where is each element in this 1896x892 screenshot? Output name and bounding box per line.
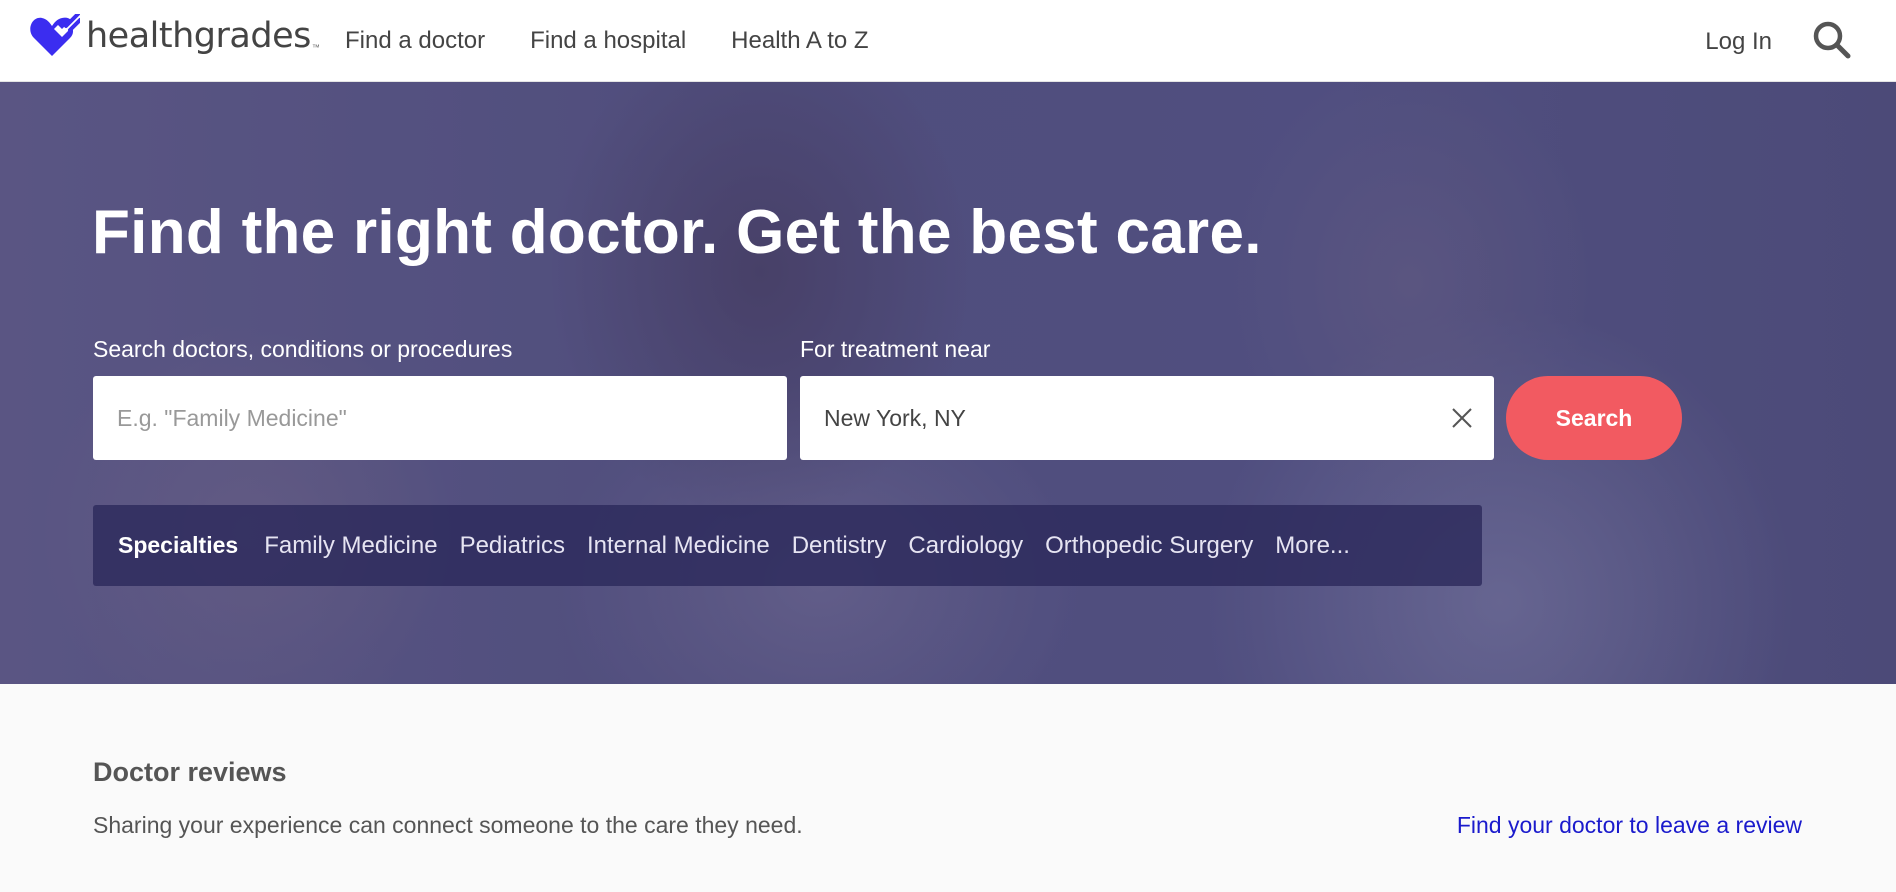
specialties-title: Specialties — [118, 532, 239, 558]
specialty-dentistry[interactable]: Dentistry — [792, 532, 887, 560]
leave-review-link[interactable]: Find your doctor to leave a review — [1457, 812, 1802, 839]
specialties-bar: Specialties Family Medicine Pediatrics I… — [93, 505, 1482, 586]
location-field-label: For treatment near — [800, 336, 991, 362]
specialty-orthopedic-surgery[interactable]: Orthopedic Surgery — [1045, 532, 1253, 560]
search-button[interactable]: Search — [1506, 376, 1682, 460]
site-header: healthgrades ™ Find a doctor Find a hosp… — [0, 0, 1896, 82]
search-icon[interactable] — [1810, 18, 1854, 62]
search-input[interactable] — [93, 376, 787, 460]
specialty-pediatrics[interactable]: Pediatrics — [460, 532, 565, 560]
specialty-cardiology[interactable]: Cardiology — [908, 532, 1023, 560]
reviews-subtitle: Sharing your experience can connect some… — [93, 812, 803, 838]
reviews-heading: Doctor reviews — [93, 757, 287, 787]
nav-find-a-hospital[interactable]: Find a hospital — [530, 27, 686, 55]
main-nav: Find a doctor Find a hospital Health A t… — [345, 27, 914, 55]
clear-icon[interactable] — [1448, 404, 1476, 432]
heart-logo-icon — [30, 14, 80, 56]
specialty-more[interactable]: More... — [1275, 532, 1350, 560]
search-field[interactable] — [93, 376, 787, 460]
healthgrades-logo[interactable]: healthgrades ™ — [28, 14, 320, 58]
nav-health-a-to-z[interactable]: Health A to Z — [731, 27, 868, 55]
location-input[interactable] — [800, 376, 1494, 460]
location-field[interactable] — [800, 376, 1494, 460]
login-link[interactable]: Log In — [1705, 28, 1772, 56]
hero-headline: Find the right doctor. Get the best care… — [92, 198, 1262, 267]
specialty-family-medicine[interactable]: Family Medicine — [264, 532, 437, 560]
specialty-internal-medicine[interactable]: Internal Medicine — [587, 532, 770, 560]
search-field-label: Search doctors, conditions or procedures — [93, 336, 513, 362]
nav-find-a-doctor[interactable]: Find a doctor — [345, 27, 485, 55]
logo-text: healthgrades — [86, 16, 311, 56]
logo-trademark: ™ — [311, 43, 320, 52]
hero-banner: Find the right doctor. Get the best care… — [0, 82, 1896, 684]
